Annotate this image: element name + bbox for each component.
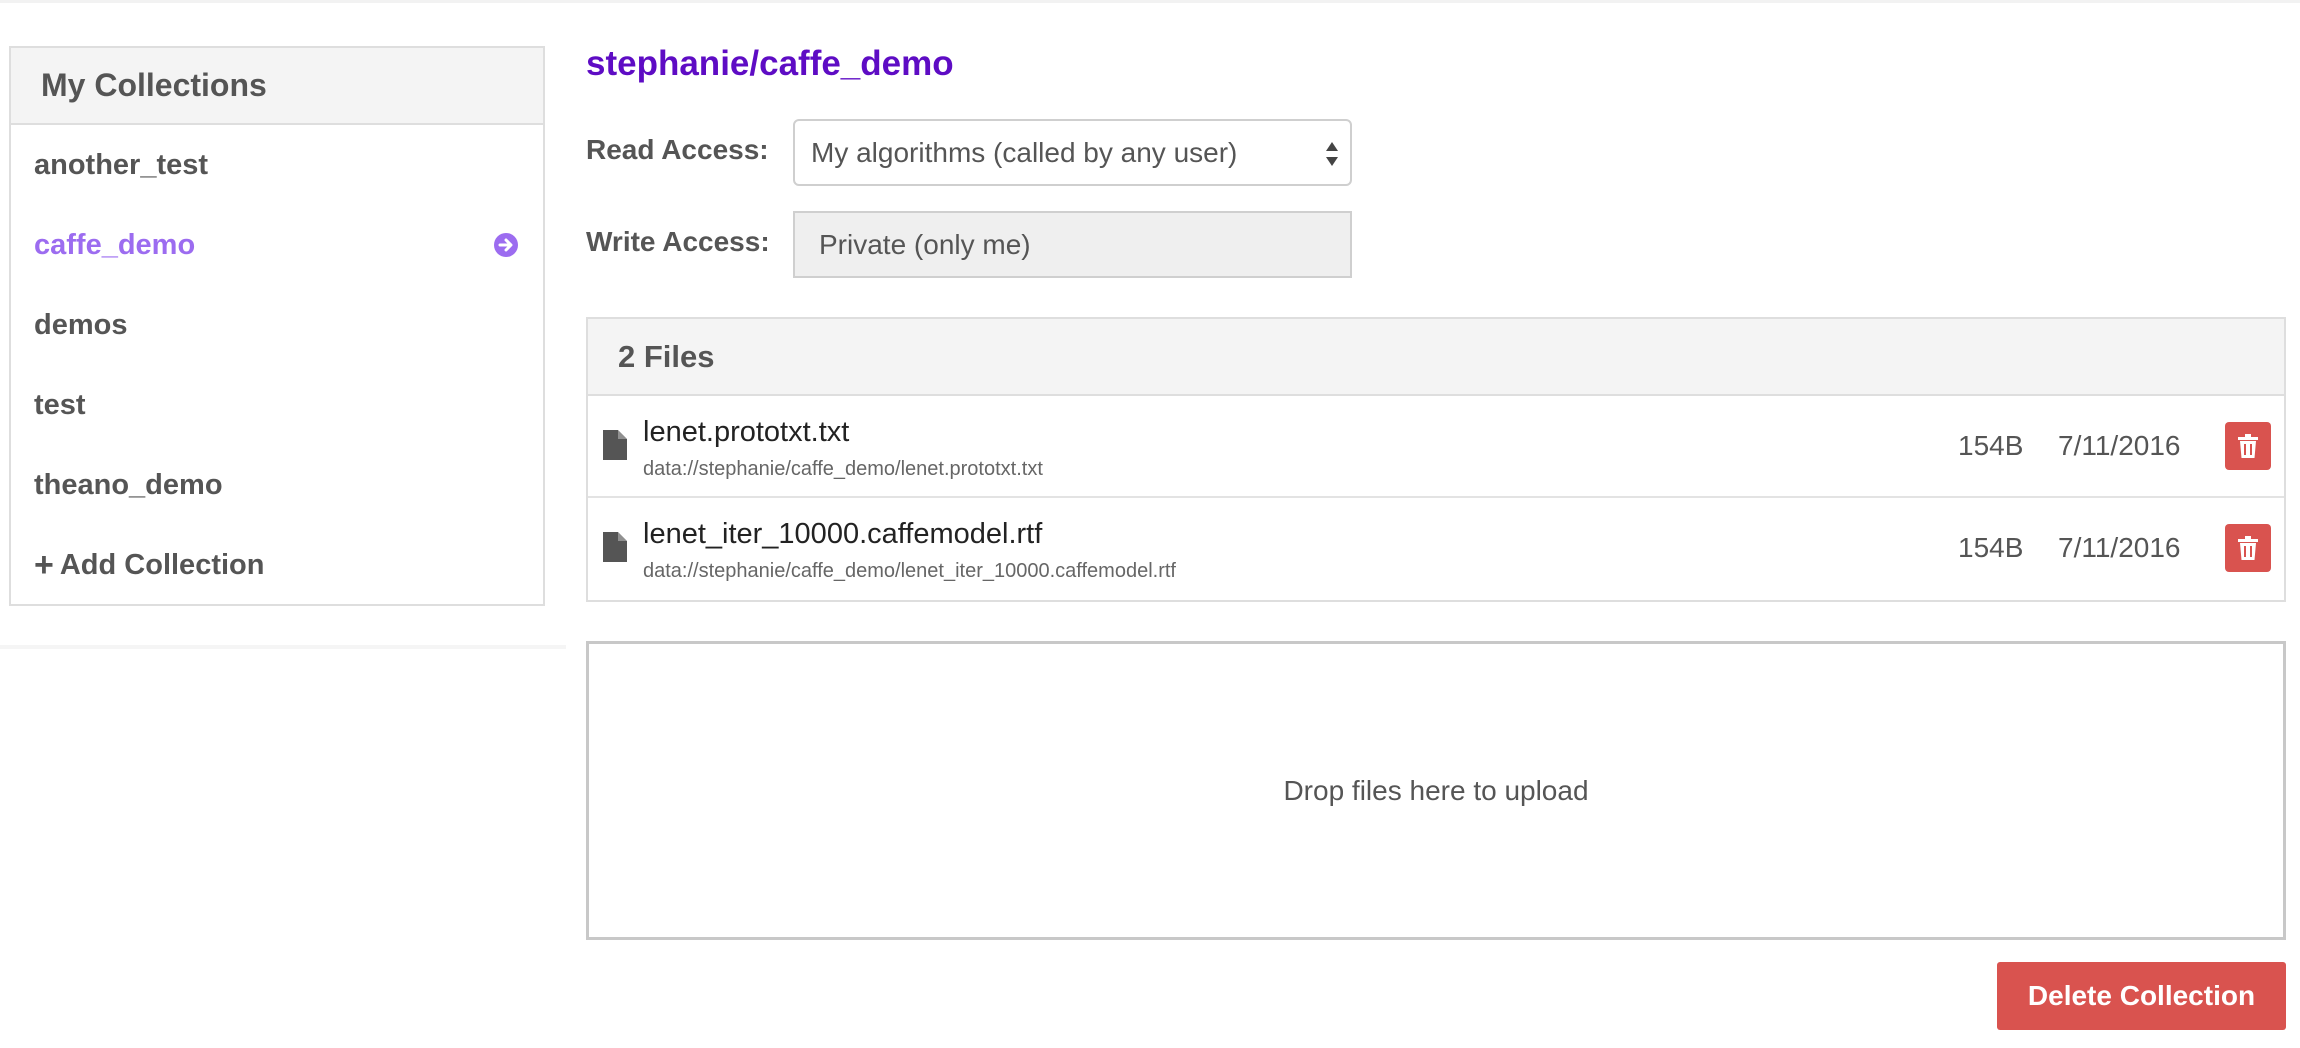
file-size: 154B	[1958, 430, 2024, 461]
dropzone-text: Drop files here to upload	[1283, 774, 1589, 806]
write-access-label: Write Access:	[586, 226, 770, 257]
sidebar-divider	[0, 645, 566, 649]
file-row: lenet_iter_10000.caffemodel.rtf data://s…	[588, 498, 2284, 600]
collections-list: another_test caffe_demo demos test thean…	[11, 125, 543, 605]
file-size: 154B	[1958, 532, 2024, 563]
read-access-value: My algorithms (called by any user)	[811, 136, 1238, 168]
arrow-circle-right-icon	[494, 233, 518, 257]
file-icon	[603, 430, 627, 460]
files-count-header: 2 Files	[588, 319, 2284, 396]
page-title: stephanie/caffe_demo	[586, 44, 954, 83]
sidebar-item-test[interactable]: test	[11, 365, 543, 445]
file-date: 7/11/2016	[2058, 430, 2181, 461]
delete-file-button[interactable]	[2225, 524, 2271, 572]
sidebar-item-label: test	[34, 388, 86, 421]
file-row: lenet.prototxt.txt data://stephanie/caff…	[588, 396, 2284, 498]
add-collection-label: Add Collection	[59, 548, 265, 581]
sidebar-item-theano-demo[interactable]: theano_demo	[11, 445, 543, 525]
collections-sidebar: My Collections another_test caffe_demo d…	[9, 46, 545, 606]
file-icon	[603, 532, 627, 562]
file-dropzone[interactable]: Drop files here to upload	[586, 641, 2286, 940]
sidebar-item-label: theano_demo	[34, 468, 223, 501]
plus-icon: +	[34, 546, 54, 584]
write-access-field: Private (only me)	[793, 211, 1352, 278]
delete-collection-button[interactable]: Delete Collection	[1997, 962, 2286, 1030]
trash-icon	[2238, 434, 2258, 458]
sidebar-title: My Collections	[11, 48, 543, 125]
sidebar-item-label: demos	[34, 308, 128, 341]
trash-icon	[2238, 536, 2258, 560]
file-name[interactable]: lenet.prototxt.txt	[643, 416, 849, 449]
sidebar-item-demos[interactable]: demos	[11, 285, 543, 365]
sidebar-item-another-test[interactable]: another_test	[11, 125, 543, 205]
read-access-select[interactable]: My algorithms (called by any user)	[793, 119, 1352, 186]
file-path: data://stephanie/caffe_demo/lenet_iter_1…	[643, 560, 1176, 582]
sidebar-item-label: another_test	[34, 148, 209, 181]
delete-file-button[interactable]	[2225, 422, 2271, 470]
add-collection-button[interactable]: + Add Collection	[11, 525, 543, 605]
select-arrows-icon	[1326, 142, 1338, 166]
write-access-value: Private (only me)	[819, 228, 1031, 260]
sidebar-item-caffe-demo[interactable]: caffe_demo	[11, 205, 543, 285]
file-date: 7/11/2016	[2058, 532, 2181, 563]
top-divider	[0, 0, 2300, 3]
read-access-label: Read Access:	[586, 134, 769, 165]
files-panel: 2 Files lenet.prototxt.txt data://stepha…	[586, 317, 2286, 602]
file-path: data://stephanie/caffe_demo/lenet.protot…	[643, 458, 1043, 480]
sidebar-item-label: caffe_demo	[34, 228, 196, 261]
file-name[interactable]: lenet_iter_10000.caffemodel.rtf	[643, 518, 1042, 551]
